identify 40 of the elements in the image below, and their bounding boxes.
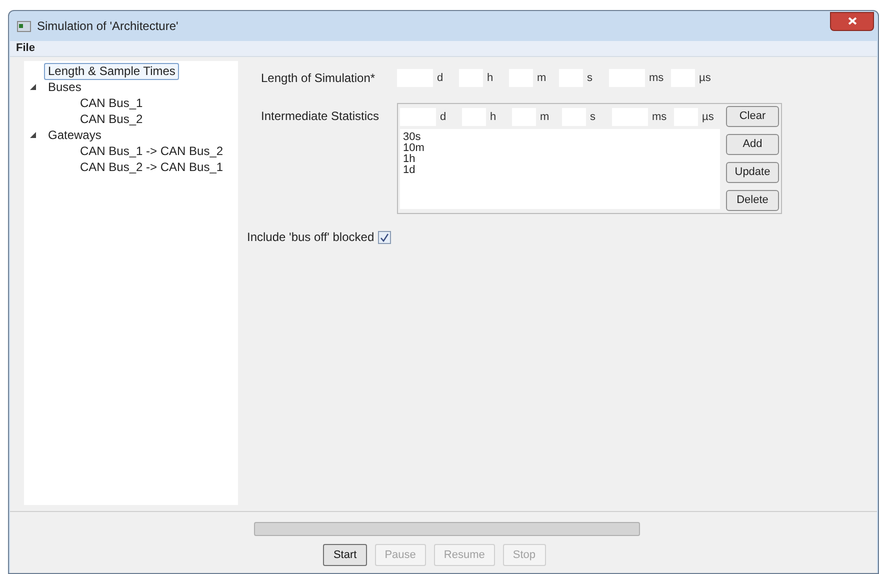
tree-item[interactable]: Length & Sample Times [44, 62, 180, 80]
list-action-button[interactable]: Delete [726, 190, 779, 211]
unit-label: ms [649, 70, 665, 86]
tree-item[interactable]: CAN Bus_2 -> CAN Bus_1 [76, 158, 228, 176]
checkbox-label: Include 'bus off' blocked [247, 229, 374, 246]
unit-label: d [440, 110, 448, 125]
window-title: Simulation of 'Architecture' [37, 18, 178, 35]
list-action-button[interactable]: Update [726, 162, 779, 183]
unit-label: s [590, 110, 596, 125]
list-action-button[interactable]: Add [726, 134, 779, 155]
field-label: Length of Simulation* [261, 70, 376, 87]
list-item[interactable]: 30s [403, 132, 717, 143]
unit-label: ms [652, 110, 668, 125]
tree-item[interactable]: Buses [44, 78, 86, 96]
field-label: Intermediate Statistics [261, 108, 380, 125]
expanded-triangle-icon[interactable] [30, 132, 36, 138]
unit-label: h [490, 110, 498, 125]
list-action-button[interactable]: Clear [726, 106, 779, 127]
unit-label: d [437, 70, 444, 86]
tree-item[interactable]: CAN Bus_1 [76, 94, 147, 112]
unit-label: m [540, 110, 550, 125]
tree-item[interactable]: Gateways [44, 126, 106, 144]
control-button[interactable]: Start [323, 544, 367, 566]
expanded-triangle-icon[interactable] [30, 84, 36, 90]
tree-item[interactable]: CAN Bus_2 [76, 110, 147, 128]
app-icon [17, 20, 31, 32]
unit-label: µs [702, 110, 715, 125]
list-item[interactable]: 1h [403, 154, 717, 165]
unit-label: h [487, 70, 494, 86]
list-item[interactable]: 10m [403, 143, 717, 154]
unit-label: s [587, 70, 594, 86]
unit-label: µs [699, 70, 712, 86]
close-button[interactable] [830, 12, 874, 30]
close-icon [848, 17, 856, 25]
list-item[interactable]: 1d [403, 165, 717, 176]
menu-item[interactable]: File [10, 40, 41, 57]
checkmark-icon [380, 232, 390, 242]
tree-item[interactable]: CAN Bus_1 -> CAN Bus_2 [76, 142, 228, 160]
checkbox[interactable] [378, 230, 392, 244]
unit-label: m [537, 70, 548, 86]
